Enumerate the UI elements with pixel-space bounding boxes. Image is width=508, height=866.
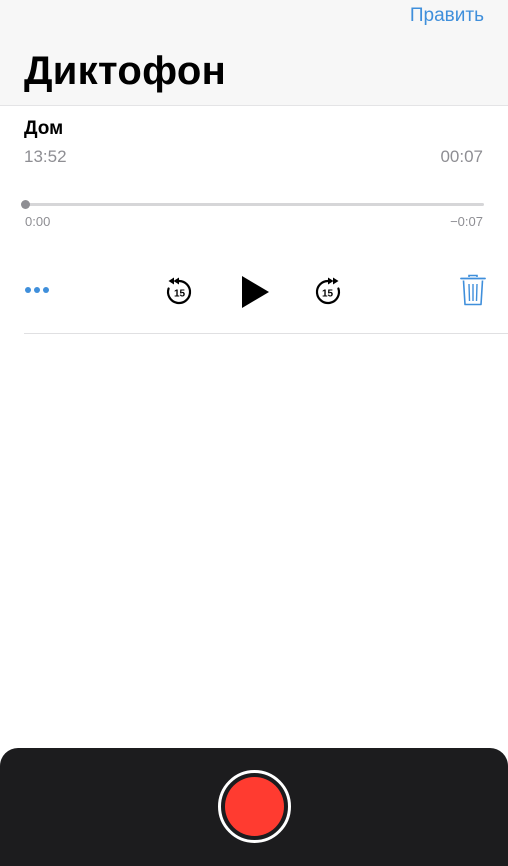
recording-time: 13:52	[24, 147, 67, 166]
record-icon	[225, 777, 284, 836]
recording-item[interactable]: Дом 13:52 00:07 0:00 −0:07 15 15	[0, 106, 508, 334]
playback-scrubber[interactable]	[21, 200, 484, 209]
skip-back-label: 15	[174, 289, 186, 300]
scrubber-knob[interactable]	[21, 200, 30, 209]
recording-duration: 00:07	[440, 147, 483, 166]
skip-forward-label: 15	[322, 289, 334, 300]
ellipsis-icon	[25, 287, 49, 293]
playback-controls: 15 15	[0, 266, 508, 316]
voice-memos-app: Править Диктофон Дом 13:52 00:07 0:00 −0…	[0, 0, 508, 866]
edit-button[interactable]: Править	[410, 5, 484, 27]
remaining-time: −0:07	[450, 214, 483, 229]
skip-forward-15-icon: 15	[315, 277, 341, 305]
page-title: Диктофон	[24, 49, 227, 93]
delete-button[interactable]	[458, 272, 488, 308]
record-panel	[0, 748, 508, 866]
play-button[interactable]	[236, 274, 274, 310]
elapsed-time: 0:00	[25, 214, 51, 229]
trash-icon	[460, 274, 486, 306]
more-button[interactable]	[22, 278, 52, 302]
header: Править Диктофон	[0, 0, 508, 106]
skip-back-button[interactable]: 15	[163, 276, 195, 308]
recording-name[interactable]: Дом	[24, 118, 63, 140]
divider	[24, 333, 508, 334]
skip-back-15-icon: 15	[166, 277, 192, 305]
skip-forward-button[interactable]: 15	[312, 276, 344, 308]
play-icon	[242, 276, 269, 308]
record-button[interactable]	[218, 770, 291, 843]
